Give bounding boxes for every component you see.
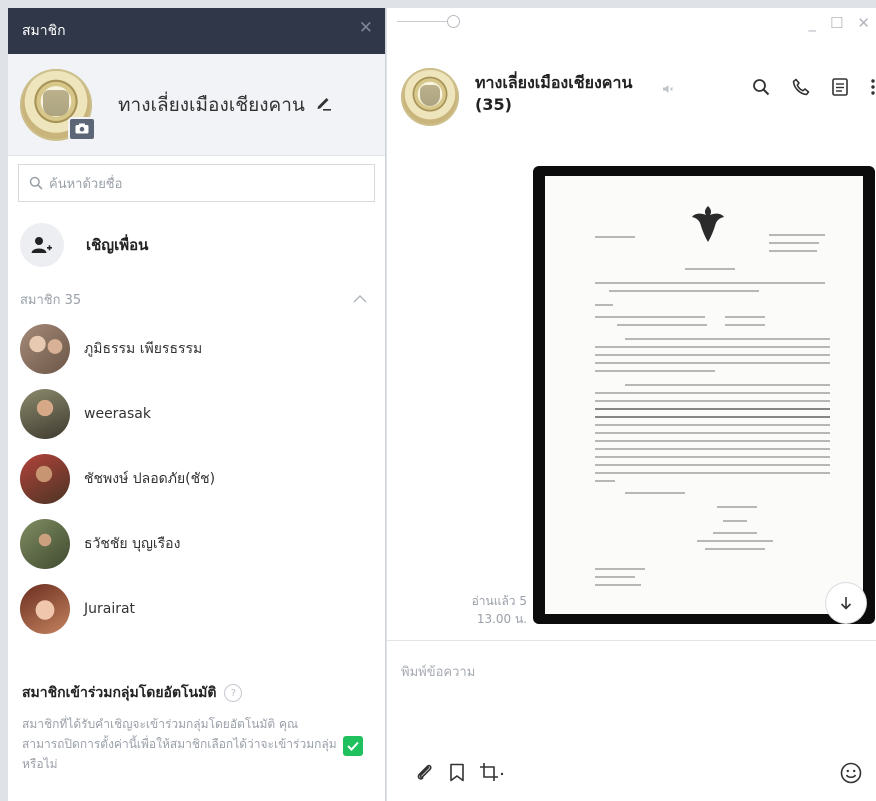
search-placeholder: ค้นหาด้วยชื่อ bbox=[49, 176, 123, 192]
member-avatar bbox=[20, 453, 70, 504]
paperclip-icon[interactable] bbox=[415, 762, 435, 786]
member-item[interactable]: ภูมิธรรม เพียรธรรม bbox=[8, 316, 385, 381]
invite-friends-button[interactable]: เชิญเพื่อน bbox=[8, 216, 385, 274]
window-controls: _ ☐ ✕ bbox=[808, 14, 870, 32]
close-window-icon[interactable]: ✕ bbox=[857, 14, 870, 32]
message-time: 13.00 น. bbox=[476, 612, 527, 626]
members-panel-title: สมาชิก bbox=[22, 23, 66, 39]
more-options-icon[interactable] bbox=[870, 78, 876, 96]
checkmark-icon bbox=[347, 741, 359, 751]
auto-join-title-text: สมาชิกเข้าร่วมกลุ่มโดยอัตโนมัติ bbox=[22, 685, 217, 701]
member-avatar bbox=[20, 323, 70, 374]
chevron-up-icon[interactable] bbox=[353, 295, 367, 303]
search-icon[interactable] bbox=[752, 78, 770, 96]
notes-icon[interactable] bbox=[832, 78, 848, 96]
member-search-input[interactable]: ค้นหาด้วยชื่อ bbox=[18, 164, 375, 202]
member-name: ธวัชชัย บุญเรือง bbox=[84, 535, 181, 552]
chat-title: ทางเลี่ยงเมืองเชียงคาน (35) bbox=[475, 73, 633, 114]
document-page bbox=[545, 176, 863, 614]
screenshot-crop-icon[interactable] bbox=[479, 762, 505, 786]
group-info: ทางเลี่ยงเมืองเชียงคาน bbox=[8, 54, 385, 156]
message-input[interactable]: พิมพ์ข้อความ bbox=[401, 661, 475, 682]
speaker-icon bbox=[662, 83, 674, 97]
member-name: Jurairat bbox=[84, 600, 136, 617]
member-name: ภูมิธรรม เพียรธรรม bbox=[84, 340, 203, 357]
members-section-header[interactable]: สมาชิก 35 bbox=[8, 282, 385, 316]
member-item[interactable]: ชัชพงษ์ ปลอดภัย(ชัช) bbox=[8, 446, 385, 511]
chat-header: ทางเลี่ยงเมืองเชียงคาน (35) bbox=[387, 38, 876, 148]
document-image-message[interactable] bbox=[533, 166, 875, 624]
chat-header-actions bbox=[752, 78, 876, 96]
member-item[interactable]: weerasak bbox=[8, 381, 385, 446]
arrow-down-icon bbox=[840, 597, 852, 610]
members-panel-header: สมาชิก ✕ bbox=[8, 8, 385, 54]
help-icon[interactable]: ? bbox=[224, 684, 243, 702]
member-avatar bbox=[20, 388, 70, 439]
member-avatar bbox=[20, 583, 70, 634]
member-list: ภูมิธรรม เพียรธรรม weerasak ชัชพงษ์ ปลอด… bbox=[8, 316, 385, 641]
camera-icon[interactable] bbox=[68, 116, 96, 141]
garuda-emblem-icon bbox=[692, 206, 724, 242]
read-count: อ่านแล้ว 5 bbox=[471, 594, 527, 608]
messages-area: อ่านแล้ว 5 13.00 น. bbox=[387, 148, 876, 640]
chat-panel: _ ☐ ✕ ทางเลี่ยงเมืองเชียงคาน (35) อ่านแล… bbox=[387, 8, 876, 801]
bookmark-icon[interactable] bbox=[449, 763, 465, 786]
minimize-icon[interactable]: _ bbox=[808, 14, 816, 32]
members-panel: สมาชิก ✕ ทางเลี่ยงเมืองเชียงคาน ค้นหาด้ว… bbox=[8, 8, 386, 801]
member-item[interactable]: Jurairat bbox=[8, 576, 385, 641]
member-avatar bbox=[20, 518, 70, 569]
auto-join-checkbox[interactable] bbox=[343, 736, 363, 756]
close-icon[interactable]: ✕ bbox=[359, 20, 373, 37]
group-avatar[interactable] bbox=[20, 68, 96, 141]
chat-group-avatar[interactable] bbox=[401, 68, 459, 126]
search-icon bbox=[29, 176, 43, 190]
maximize-icon[interactable]: ☐ bbox=[830, 14, 843, 32]
chat-window-titlebar: _ ☐ ✕ bbox=[387, 8, 876, 38]
auto-join-title: สมาชิกเข้าร่วมกลุ่มโดยอัตโนมัติ ? bbox=[22, 682, 371, 704]
scroll-to-bottom-button[interactable] bbox=[826, 583, 866, 623]
invite-friends-label: เชิญเพื่อน bbox=[86, 236, 149, 254]
member-name: ชัชพงษ์ ปลอดภัย(ชัช) bbox=[84, 470, 216, 487]
members-count-label: สมาชิก 35 bbox=[20, 292, 82, 308]
auto-join-description: สมาชิกที่ได้รับคำเชิญจะเข้าร่วมกลุ่มโดยอ… bbox=[22, 717, 337, 771]
add-friend-icon bbox=[20, 223, 64, 267]
message-input-area: พิมพ์ข้อความ bbox=[387, 640, 876, 801]
message-read-status: อ่านแล้ว 5 13.00 น. bbox=[449, 592, 527, 628]
transparency-slider-handle[interactable] bbox=[447, 15, 460, 28]
emoji-icon[interactable] bbox=[840, 762, 862, 788]
input-toolbar bbox=[415, 762, 505, 786]
transparency-slider-track[interactable] bbox=[397, 21, 453, 22]
member-name: weerasak bbox=[84, 405, 151, 422]
phone-icon[interactable] bbox=[792, 78, 810, 96]
edit-pencil-icon[interactable] bbox=[315, 94, 332, 116]
auto-join-section: สมาชิกเข้าร่วมกลุ่มโดยอัตโนมัติ ? สมาชิก… bbox=[8, 682, 385, 774]
member-item[interactable]: ธวัชชัย บุญเรือง bbox=[8, 511, 385, 576]
group-name: ทางเลี่ยงเมืองเชียงคาน bbox=[118, 93, 305, 116]
